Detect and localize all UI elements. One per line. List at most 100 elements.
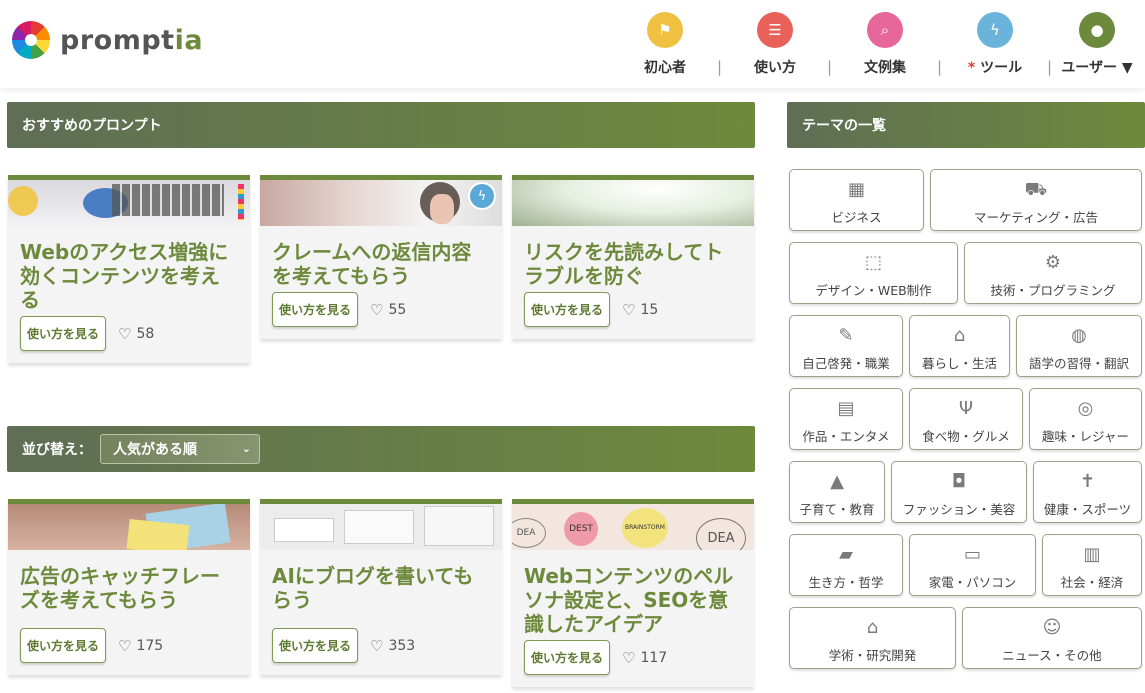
nav-usage-label: 使い方	[754, 60, 796, 76]
theme-health[interactable]: ✝ 健康・スポーツ	[1033, 461, 1142, 523]
nav-tools-label: ツール	[980, 60, 1023, 76]
nav-usage[interactable]: ☰ 使い方	[720, 12, 830, 77]
list-icon: ☰	[757, 12, 793, 48]
nav-beginner[interactable]: ⚑ 初心者	[610, 12, 720, 77]
prompt-card[interactable]: ϟ クレームへの返信内容を考えてもらう 使い方を見る ♡ 55	[260, 175, 502, 339]
theme-label: ニュース・その他	[1002, 648, 1102, 663]
theme-label: 作品・エンタメ	[802, 429, 890, 444]
compass-icon: ◎	[1077, 398, 1094, 419]
card-image-landscape	[512, 180, 754, 226]
like-count[interactable]: ♡ 175	[118, 637, 163, 655]
theme-business[interactable]: ▦ ビジネス	[789, 169, 924, 231]
nav-examples-label: 文例集	[864, 60, 906, 76]
new-star-mark: *	[967, 60, 976, 76]
recommended-heading-text: おすすめのプロンプト	[22, 118, 162, 134]
theme-living[interactable]: ⌂ 暮らし・生活	[909, 315, 1010, 377]
theme-society[interactable]: ▥ 社会・経済	[1042, 534, 1142, 596]
main-nav: ⚑ 初心者 | ☰ 使い方 | ⌕ 文例集 | ϟ * ツール | ● ユーザー…	[620, 12, 1145, 82]
theme-entertainment[interactable]: ▤ 作品・エンタメ	[789, 388, 903, 450]
card-image-idea-bubbles: DEA DEST BRAINSTORM DEA	[512, 504, 754, 550]
person-icon: ✝	[1079, 471, 1096, 492]
card-title[interactable]: クレームへの返信内容を考えてもらう	[260, 226, 502, 288]
smile-icon: ☺	[1042, 617, 1062, 638]
theme-philosophy[interactable]: ▰ 生き方・哲学	[789, 534, 903, 596]
sort-bar: 並び替え： 人気がある順 ⌄	[7, 426, 755, 472]
theme-design[interactable]: ⬚ デザイン・WEB制作	[789, 242, 958, 304]
likes-value: 55	[388, 301, 407, 318]
theme-label: 社会・経済	[1060, 575, 1124, 590]
like-count[interactable]: ♡ 58	[118, 325, 154, 343]
card-title[interactable]: Webコンテンツのペルソナ設定と、SEOを意識したアイデア	[512, 550, 754, 636]
theme-hobby[interactable]: ◎ 趣味・レジャー	[1029, 388, 1142, 450]
chevron-down-icon: ⌄	[241, 442, 251, 455]
how-to-use-button[interactable]: 使い方を見る	[20, 628, 107, 663]
graduation-cap-icon: ▲	[830, 471, 844, 492]
image-bubble-text: DEA	[696, 518, 746, 550]
gear-icon: ⚙	[1044, 252, 1062, 273]
like-count[interactable]: ♡ 55	[370, 301, 406, 319]
theme-self-development[interactable]: ✎ 自己啓発・職業	[789, 315, 903, 377]
how-to-use-button[interactable]: 使い方を見る	[20, 316, 107, 351]
theme-label: 子育て・教育	[799, 502, 875, 517]
utensils-icon: Ψ	[958, 398, 974, 419]
nav-examples[interactable]: ⌕ 文例集	[830, 12, 940, 77]
card-title[interactable]: リスクを先読みしてトラブルを防ぐ	[512, 226, 754, 288]
how-to-use-button[interactable]: 使い方を見る	[524, 640, 611, 675]
prompt-card[interactable]: AIにブログを書いてもらう 使い方を見る ♡ 353	[260, 499, 502, 675]
logo-text: prompt	[60, 24, 175, 56]
heart-icon: ♡	[622, 648, 636, 667]
image-bubble-text: BRAINSTORM	[622, 508, 668, 548]
likes-value: 175	[136, 637, 164, 654]
book-icon: ▰	[839, 544, 853, 565]
site-header: promptia ⚑ 初心者 | ☰ 使い方 | ⌕ 文例集 | ϟ * ツール…	[0, 0, 1145, 88]
theme-electronics[interactable]: ▭ 家電・パソコン	[909, 534, 1036, 596]
sort-select[interactable]: 人気がある順 ⌄	[100, 434, 260, 464]
theme-label: 自己啓発・職業	[802, 356, 890, 371]
like-count[interactable]: ♡ 15	[622, 301, 658, 319]
theme-label: 暮らし・生活	[921, 356, 997, 371]
card-title[interactable]: AIにブログを書いてもらう	[260, 550, 502, 612]
prompt-card[interactable]: DEA DEST BRAINSTORM DEA Webコンテンツのペルソナ設定と…	[512, 499, 754, 687]
globe-icon: ◍	[1071, 325, 1087, 346]
magic-wand-icon: ✎	[838, 325, 854, 346]
theme-label: 学術・研究開発	[828, 648, 917, 663]
how-to-use-button[interactable]: 使い方を見る	[272, 628, 359, 663]
like-count[interactable]: ♡ 117	[622, 649, 667, 667]
prompt-card[interactable]: Webのアクセス増強に効くコンテンツを考える 使い方を見る ♡ 58	[8, 175, 250, 363]
nav-tools[interactable]: ϟ * ツール	[940, 12, 1050, 77]
card-title[interactable]: Webのアクセス増強に効くコンテンツを考える	[8, 226, 250, 312]
site-logo[interactable]: promptia	[12, 21, 203, 59]
card-title[interactable]: 広告のキャッチフレーズを考えてもらう	[8, 550, 250, 612]
logo-text-accent: ia	[174, 24, 204, 56]
like-count[interactable]: ♡ 353	[370, 637, 415, 655]
vector-icon: ⬚	[864, 252, 882, 273]
image-bubble-text: DEA	[512, 518, 546, 548]
image-bubble-text: DEST	[564, 512, 598, 546]
how-to-use-button[interactable]: 使い方を見る	[272, 292, 359, 327]
how-to-use-button[interactable]: 使い方を見る	[524, 292, 611, 327]
theme-food[interactable]: Ψ 食べ物・グルメ	[909, 388, 1023, 450]
theme-language[interactable]: ◍ 語学の習得・翻訳	[1016, 315, 1142, 377]
likes-value: 353	[388, 637, 416, 654]
heart-icon: ♡	[118, 324, 132, 343]
theme-label: 語学の習得・翻訳	[1028, 356, 1129, 371]
nav-user-menu[interactable]: ● ユーザー ▼	[1042, 12, 1145, 77]
card-image-call-center: ϟ	[260, 180, 502, 226]
shopping-bag-icon: ⛟	[1024, 179, 1048, 200]
theme-marketing[interactable]: ⛟ マーケティング・広告	[930, 169, 1142, 231]
film-icon: ▤	[837, 398, 855, 419]
bolt-icon: ϟ	[977, 12, 1013, 48]
themes-heading-text: テーマの一覧	[802, 118, 886, 134]
university-icon: ⌂	[866, 617, 879, 638]
recommended-heading: おすすめのプロンプト	[7, 102, 755, 148]
theme-parenting[interactable]: ▲ 子育て・教育	[789, 461, 885, 523]
theme-fashion[interactable]: ◘ ファッション・美容	[891, 461, 1027, 523]
theme-news[interactable]: ☺ ニュース・その他	[962, 607, 1142, 669]
newspaper-icon: ▥	[1083, 544, 1101, 565]
sort-selected-value: 人気がある順	[113, 442, 197, 458]
card-image-wireframes	[260, 504, 502, 550]
theme-programming[interactable]: ⚙ 技術・プログラミング	[964, 242, 1142, 304]
prompt-card[interactable]: リスクを先読みしてトラブルを防ぐ 使い方を見る ♡ 15	[512, 175, 754, 339]
theme-academic[interactable]: ⌂ 学術・研究開発	[789, 607, 956, 669]
prompt-card[interactable]: 広告のキャッチフレーズを考えてもらう 使い方を見る ♡ 175	[8, 499, 250, 675]
